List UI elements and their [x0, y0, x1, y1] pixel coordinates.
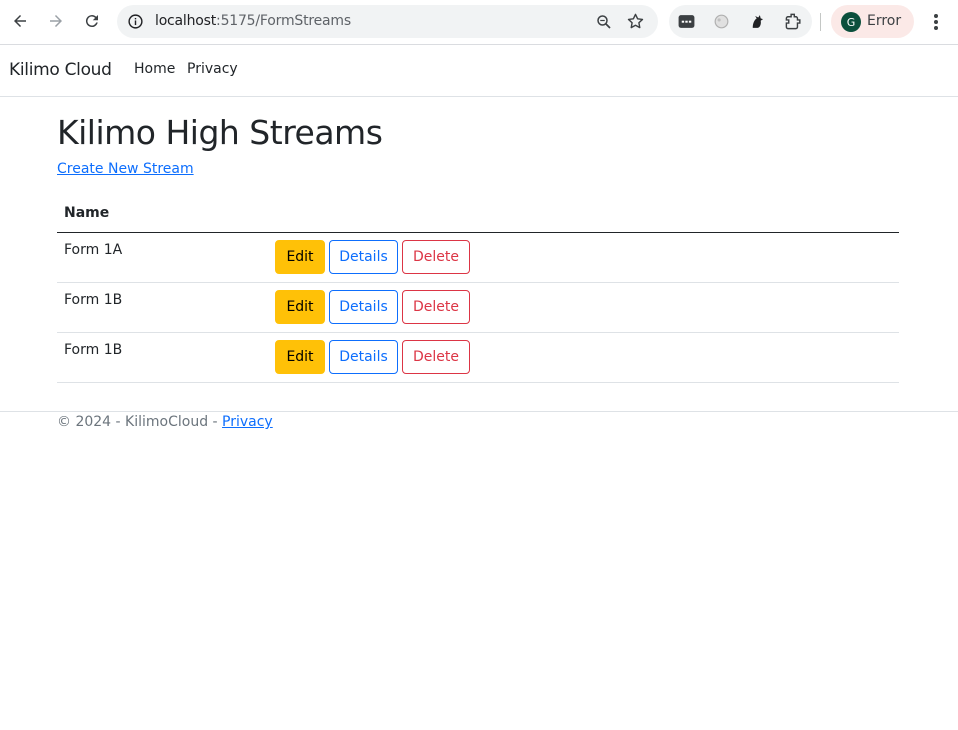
row-actions: Edit Details Delete [275, 240, 470, 274]
row-actions: Edit Details Delete [275, 290, 470, 324]
bookmark-star-icon[interactable] [626, 12, 645, 31]
streams-table: Name Form 1A Edit Details Delete Form 1B… [57, 195, 899, 383]
toolbar-divider [820, 13, 821, 31]
extension-icon[interactable] [748, 12, 767, 31]
profile-button[interactable]: G Error [831, 5, 914, 38]
reload-icon[interactable] [80, 9, 104, 33]
delete-button[interactable]: Delete [402, 290, 470, 324]
stream-name: Form 1B [64, 292, 123, 308]
stream-name: Form 1B [64, 342, 123, 358]
copyright-text: © 2024 - KilimoCloud - [57, 414, 223, 430]
profile-status: Error [867, 13, 902, 29]
edit-button[interactable]: Edit [275, 340, 325, 374]
menu-icon[interactable] [926, 11, 946, 33]
site-info-icon[interactable] [127, 13, 144, 30]
edit-button[interactable]: Edit [275, 290, 325, 324]
extensions-bar [669, 5, 812, 38]
column-header-name: Name [64, 205, 110, 221]
extension-icon[interactable] [712, 12, 731, 31]
delete-button[interactable]: Delete [402, 240, 470, 274]
row-actions: Edit Details Delete [275, 340, 470, 374]
url-host: localhost [155, 13, 217, 29]
footer-text: © 2024 - KilimoCloud - Privacy [57, 414, 273, 430]
forward-icon[interactable] [44, 9, 68, 33]
details-button[interactable]: Details [329, 340, 398, 374]
table-row: Form 1B Edit Details Delete [57, 283, 899, 333]
create-new-stream-link[interactable]: Create New Stream [57, 161, 194, 177]
delete-button[interactable]: Delete [402, 340, 470, 374]
table-row: Form 1A Edit Details Delete [57, 233, 899, 283]
details-button[interactable]: Details [329, 240, 398, 274]
avatar: G [841, 12, 861, 32]
page-title: Kilimo High Streams [57, 113, 383, 152]
extension-icon[interactable] [677, 12, 696, 31]
nav-link-privacy[interactable]: Privacy [187, 61, 238, 77]
navbar-brand[interactable]: Kilimo Cloud [9, 60, 112, 80]
table-row: Form 1B Edit Details Delete [57, 333, 899, 383]
browser-toolbar: localhost:5175/FormStreams G Error [0, 0, 958, 45]
url-text[interactable]: localhost:5175/FormStreams [155, 13, 351, 29]
zoom-icon[interactable] [595, 13, 613, 31]
app-navbar: Kilimo Cloud Home Privacy [0, 46, 958, 97]
stream-name: Form 1A [64, 242, 123, 258]
table-header: Name [57, 195, 899, 233]
footer-privacy-link[interactable]: Privacy [222, 414, 273, 430]
back-icon[interactable] [8, 9, 32, 33]
edit-button[interactable]: Edit [275, 240, 325, 274]
extension-icon[interactable] [784, 12, 803, 31]
page-footer: © 2024 - KilimoCloud - Privacy [0, 411, 958, 451]
nav-link-home[interactable]: Home [134, 61, 175, 77]
details-button[interactable]: Details [329, 290, 398, 324]
url-path: :5175/FormStreams [216, 13, 351, 29]
address-bar[interactable]: localhost:5175/FormStreams [117, 5, 658, 38]
